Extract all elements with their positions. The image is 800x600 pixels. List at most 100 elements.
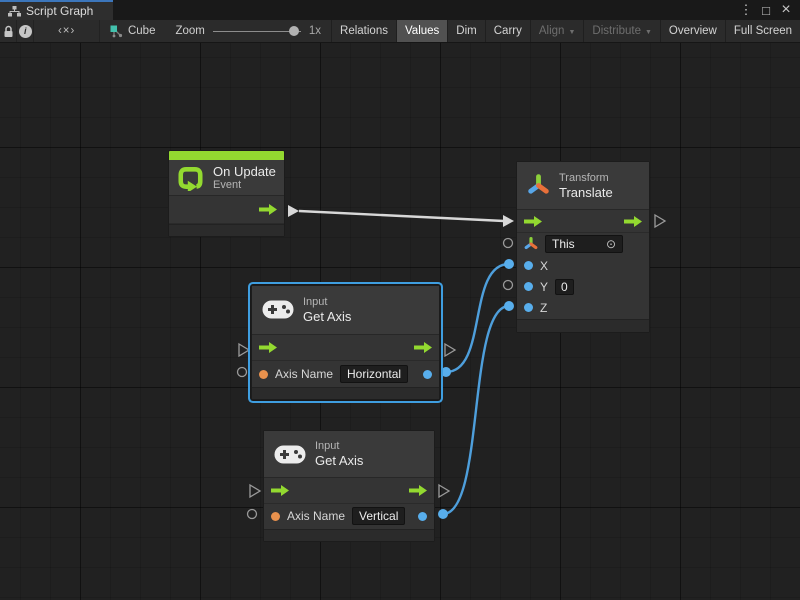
port-endpoint-getaxis-h-out[interactable] bbox=[441, 367, 451, 377]
zoom-slider[interactable] bbox=[213, 26, 301, 36]
node-footer bbox=[169, 224, 284, 236]
string-port-icon[interactable] bbox=[271, 512, 280, 521]
node-titles: Input Get Axis bbox=[315, 440, 363, 468]
flow-triangle-translate-out[interactable] bbox=[655, 215, 665, 227]
port-endpoint-getaxis-v-out[interactable] bbox=[438, 509, 448, 519]
graph-target-label: Cube bbox=[128, 25, 156, 37]
node-titles: Transform Translate bbox=[559, 172, 613, 200]
loop-event-icon bbox=[177, 165, 204, 191]
node-on-update[interactable]: On Update Event bbox=[168, 150, 285, 237]
close-icon[interactable]: × bbox=[778, 1, 794, 19]
lock-icon bbox=[3, 25, 14, 38]
flow-row bbox=[252, 335, 439, 362]
node-category: Transform bbox=[559, 172, 613, 185]
value-port-icon[interactable] bbox=[524, 282, 533, 291]
node-header: On Update Event bbox=[169, 160, 284, 197]
node-translate[interactable]: Transform Translate This ⊙ bbox=[516, 161, 650, 333]
node-title: Get Axis bbox=[303, 309, 351, 324]
align-dropdown[interactable]: Align ▼ bbox=[530, 20, 584, 42]
relations-button[interactable]: Relations bbox=[331, 20, 396, 42]
menu-icon[interactable]: ⋮ bbox=[738, 2, 754, 18]
port-label-axis-name: Axis Name bbox=[287, 509, 345, 523]
carry-button[interactable]: Carry bbox=[485, 20, 530, 42]
port-circle-getaxis-v-name[interactable] bbox=[248, 510, 257, 519]
flow-arrow-in-icon[interactable] bbox=[271, 485, 289, 496]
flow-triangle-getaxis-h-in[interactable] bbox=[239, 344, 249, 356]
value-port-icon[interactable] bbox=[524, 303, 533, 312]
port-label-axis-name: Axis Name bbox=[275, 367, 333, 381]
flow-triangle-getaxis-h-out[interactable] bbox=[445, 344, 455, 356]
node-title: Translate bbox=[559, 185, 613, 200]
axis-name-field[interactable]: Horizontal bbox=[340, 365, 408, 383]
value-port-icon[interactable] bbox=[423, 370, 432, 379]
node-footer bbox=[252, 387, 439, 399]
flow-arrow-in-icon[interactable] bbox=[524, 216, 542, 227]
port-endpoint-translate-z[interactable] bbox=[504, 301, 514, 311]
flow-arrow-out-icon[interactable] bbox=[409, 485, 427, 496]
chevron-down-icon: ▼ bbox=[568, 29, 575, 36]
port-circle-getaxis-h-name[interactable] bbox=[238, 368, 247, 377]
node-titles: On Update Event bbox=[213, 164, 276, 192]
axis-name-field[interactable]: Vertical bbox=[352, 507, 405, 525]
chevron-down-icon: ▼ bbox=[645, 29, 652, 36]
flow-triangle-getaxis-v-in[interactable] bbox=[250, 485, 260, 497]
port-circle-translate-y[interactable] bbox=[504, 281, 513, 290]
flow-row bbox=[264, 478, 434, 504]
value-port-icon[interactable] bbox=[524, 261, 533, 270]
port-endpoint-translate-x[interactable] bbox=[504, 259, 514, 269]
info-button[interactable]: i bbox=[17, 20, 34, 42]
port-row-this: This ⊙ bbox=[517, 233, 649, 255]
flow-input-triangle-translate[interactable] bbox=[503, 215, 514, 227]
value-port-icon[interactable] bbox=[418, 512, 427, 521]
tab-title: Script Graph bbox=[26, 4, 93, 18]
info-icon: i bbox=[19, 25, 32, 38]
flow-arrow-out-icon[interactable] bbox=[259, 204, 277, 215]
graph-target[interactable]: Cube bbox=[100, 20, 166, 42]
maximize-icon[interactable]: □ bbox=[758, 3, 774, 18]
gamepad-icon bbox=[274, 445, 306, 464]
node-get-axis-horizontal[interactable]: Input Get Axis Axis Name Horizontal bbox=[251, 285, 440, 400]
value-wire-horizontal-to-x[interactable] bbox=[446, 264, 509, 372]
fullscreen-button[interactable]: Full Screen bbox=[725, 20, 800, 42]
this-field[interactable]: This ⊙ bbox=[545, 235, 623, 253]
dim-button[interactable]: Dim bbox=[447, 20, 484, 42]
node-titles: Input Get Axis bbox=[303, 296, 351, 324]
port-row-axis-name: Axis Name Horizontal bbox=[252, 361, 439, 387]
zoom-label: Zoom bbox=[175, 25, 204, 37]
string-port-icon[interactable] bbox=[259, 370, 268, 379]
code-view-button[interactable]: ‹×› bbox=[34, 20, 100, 42]
flow-output-triangle-on-update[interactable] bbox=[288, 205, 299, 217]
flow-arrow-in-icon[interactable] bbox=[259, 342, 277, 353]
node-footer bbox=[517, 319, 649, 332]
flow-arrow-out-icon[interactable] bbox=[414, 342, 432, 353]
graph-icon bbox=[8, 6, 21, 17]
transform-icon bbox=[527, 174, 550, 197]
zoom-value: 1x bbox=[309, 25, 321, 37]
event-color-bar bbox=[169, 151, 284, 160]
y-value-field[interactable]: 0 bbox=[555, 279, 574, 295]
control-wire[interactable] bbox=[299, 211, 504, 221]
lock-button[interactable] bbox=[0, 20, 17, 42]
overview-button[interactable]: Overview bbox=[660, 20, 725, 42]
object-picker-icon[interactable]: ⊙ bbox=[606, 239, 616, 249]
zoom-control: Zoom 1x bbox=[165, 25, 331, 37]
distribute-dropdown[interactable]: Distribute ▼ bbox=[583, 20, 660, 42]
axis-name-value: Horizontal bbox=[347, 367, 401, 381]
node-header: Input Get Axis bbox=[252, 286, 439, 335]
graph-canvas[interactable]: On Update Event Transform Translate bbox=[0, 43, 800, 600]
node-category: Input bbox=[315, 440, 363, 453]
this-value: This bbox=[552, 237, 575, 251]
node-header: Input Get Axis bbox=[264, 431, 434, 478]
node-header: Transform Translate bbox=[517, 162, 649, 210]
transform-mini-icon bbox=[524, 237, 538, 251]
port-circle-translate-this[interactable] bbox=[504, 239, 513, 248]
flow-triangle-getaxis-v-out[interactable] bbox=[439, 485, 449, 497]
values-button[interactable]: Values bbox=[396, 20, 447, 42]
zoom-slider-handle[interactable] bbox=[289, 26, 299, 36]
tab-script-graph[interactable]: Script Graph bbox=[0, 0, 113, 20]
port-row-axis-name: Axis Name Vertical bbox=[264, 504, 434, 530]
port-row-y: Y 0 bbox=[517, 276, 649, 297]
node-get-axis-vertical[interactable]: Input Get Axis Axis Name Vertical bbox=[263, 430, 435, 542]
flow-arrow-out-icon[interactable] bbox=[624, 216, 642, 227]
value-wire-vertical-to-z[interactable] bbox=[443, 306, 509, 514]
